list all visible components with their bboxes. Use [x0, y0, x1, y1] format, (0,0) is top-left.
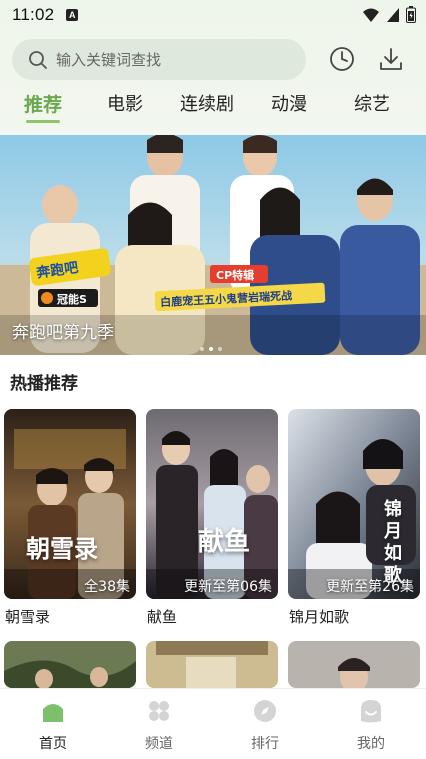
download-icon	[380, 48, 402, 70]
tab-recommend[interactable]: 推荐	[24, 90, 62, 117]
tab-series[interactable]: 连续剧	[180, 90, 234, 116]
card-title: 献鱼	[147, 608, 178, 626]
poster: 锦月如歌 更新至第26集	[288, 409, 420, 599]
card-title: 锦月如歌	[289, 608, 350, 626]
signal-icon	[387, 7, 399, 22]
poster-image	[146, 641, 278, 688]
poster: 朝雪录 全38集	[4, 409, 136, 599]
wifi-icon	[363, 8, 379, 22]
banner-tag-text: CP特辑	[216, 268, 254, 282]
section-title: 热播推荐	[10, 374, 78, 394]
banner-dot[interactable]	[218, 347, 222, 351]
poster-image	[4, 409, 136, 599]
banner-pagination	[200, 347, 222, 351]
media-card[interactable]: 献鱼 更新至第06集 献鱼	[146, 409, 278, 627]
tab-movies[interactable]: 电影	[107, 90, 143, 116]
search-bar[interactable]	[12, 39, 306, 80]
nav-home[interactable]: 首页	[0, 689, 106, 759]
nav-label: 频道	[145, 736, 173, 752]
poster-image	[288, 641, 420, 688]
ranking-compass-icon	[254, 700, 276, 722]
tab-anime[interactable]: 动漫	[271, 90, 307, 116]
nav-label: 首页	[39, 736, 67, 752]
profile-face-icon	[361, 700, 381, 723]
poster	[4, 641, 136, 688]
poster	[146, 641, 278, 688]
poster-image	[146, 409, 278, 599]
banner-dot[interactable]	[200, 347, 204, 351]
poster: 献鱼 更新至第06集	[146, 409, 278, 599]
battery-icon	[406, 6, 416, 23]
media-card[interactable]	[288, 641, 420, 688]
status-icons	[362, 6, 416, 23]
status-time: 11:02	[12, 5, 55, 24]
status-bar: 11:02 A	[0, 0, 426, 30]
bottom-nav: 首页 频道 排行 我的	[0, 688, 426, 759]
home-icon	[43, 704, 63, 722]
media-card[interactable]	[4, 641, 136, 688]
nav-channel[interactable]: 频道	[106, 689, 212, 759]
episode-badge: 更新至第26集	[326, 579, 414, 595]
episode-badge: 全38集	[84, 579, 130, 595]
category-tabs: 推荐 电影 连续剧 动漫 综艺	[0, 90, 426, 126]
featured-banner[interactable]: 奔跑吧 冠能S CP特辑 白鹿宠王五小鬼营岩瑞死战 奔跑吧第九季	[0, 135, 426, 355]
card-title: 朝雪录	[5, 608, 51, 626]
history-button[interactable]	[327, 44, 357, 74]
media-card[interactable]: 锦月如歌 更新至第26集 锦月如歌	[288, 409, 420, 627]
poster-title-art: 朝雪录	[26, 534, 98, 563]
media-card[interactable]: 朝雪录 全38集 朝雪录	[4, 409, 136, 627]
tab-variety[interactable]: 综艺	[354, 90, 390, 116]
media-card[interactable]	[146, 641, 278, 688]
banner-dot-active[interactable]	[209, 347, 213, 351]
nav-label: 我的	[357, 736, 385, 752]
search-input[interactable]	[56, 50, 286, 69]
poster	[288, 641, 420, 688]
active-tab-indicator	[26, 120, 60, 123]
poster-image	[4, 641, 136, 688]
banner-sponsor-text: 冠能S	[57, 292, 87, 306]
clock-icon	[330, 47, 354, 71]
notification-icon: A	[66, 9, 79, 21]
channel-grid-icon	[149, 701, 169, 721]
nav-ranking[interactable]: 排行	[212, 689, 318, 759]
nav-label: 排行	[251, 736, 279, 752]
nav-profile[interactable]: 我的	[318, 689, 424, 759]
poster-title-art: 献鱼	[198, 527, 251, 557]
search-icon	[29, 50, 47, 69]
episode-badge: 更新至第06集	[184, 579, 272, 595]
banner-title: 奔跑吧第九季	[12, 323, 114, 343]
download-button[interactable]	[376, 44, 406, 74]
poster-title-art: 锦月如歌	[384, 499, 402, 586]
